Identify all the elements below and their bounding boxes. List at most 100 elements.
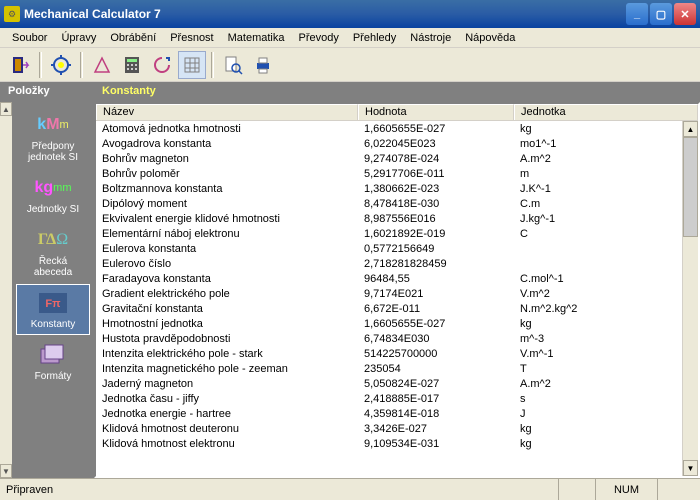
table-row[interactable]: Gradient elektrického pole9,7174E021V.m^…: [96, 286, 698, 301]
scroll-up-button[interactable]: ▲: [683, 121, 698, 137]
cell-value: 6,022045E023: [358, 138, 514, 150]
sidebar-scroll-down[interactable]: ▼: [0, 464, 12, 478]
close-button[interactable]: ✕: [674, 3, 696, 25]
table-row[interactable]: Hustota pravděpodobnosti6,74834E030m^-3: [96, 331, 698, 346]
sidebar-scroll-up[interactable]: ▲: [0, 102, 12, 116]
list-header: Název Hodnota Jednotka: [96, 104, 698, 121]
menu-convert[interactable]: Převody: [292, 30, 344, 46]
cell-value: 1,380662E-023: [358, 183, 514, 195]
cell-value: 0,5772156649: [358, 243, 514, 255]
table-row[interactable]: Ekvivalent energie klidové hmotnosti8,98…: [96, 211, 698, 226]
grid-icon[interactable]: [178, 51, 206, 79]
table-row[interactable]: Eulerova konstanta0,5772156649: [96, 241, 698, 256]
cell-name: Intenzita magnetického pole - zeeman: [96, 363, 358, 375]
menu-overview[interactable]: Přehledy: [347, 30, 402, 46]
cell-name: Klidová hmotnost deuteronu: [96, 423, 358, 435]
print-icon[interactable]: [249, 51, 277, 79]
calculator-icon[interactable]: [118, 51, 146, 79]
constants-icon: Fπ: [35, 289, 71, 317]
sidebar-item-greek[interactable]: ΓΔΩ Řecká abeceda: [16, 221, 90, 283]
column-unit[interactable]: Jednotka: [514, 104, 698, 120]
table-row[interactable]: Bohrův poloměr5,2917706E-011m: [96, 166, 698, 181]
door-icon[interactable]: [6, 51, 34, 79]
table-row[interactable]: Bohrův magneton9,274078E-024A.m^2: [96, 151, 698, 166]
sidebar-item-prefixes[interactable]: kMm Předpony jednotek SI: [16, 106, 90, 168]
table-row[interactable]: Elementární náboj elektronu1,6021892E-01…: [96, 226, 698, 241]
table-row[interactable]: Faradayova konstanta96484,55C.mol^-1: [96, 271, 698, 286]
table-row[interactable]: Klidová hmotnost elektronu9,109534E-031k…: [96, 436, 698, 451]
table-row[interactable]: Intenzita elektrického pole - stark51422…: [96, 346, 698, 361]
table-row[interactable]: Avogadrova konstanta6,022045E023mo1^-1: [96, 136, 698, 151]
sidebar-item-units[interactable]: kgmm Jednotky SI: [16, 169, 90, 220]
cell-value: 2,718281828459: [358, 258, 514, 270]
cell-value: 1,6605655E-027: [358, 123, 514, 135]
formats-icon: [35, 341, 71, 369]
cell-value: 5,050824E-027: [358, 378, 514, 390]
cell-unit: A.m^2: [514, 378, 698, 390]
greek-icon: ΓΔΩ: [35, 226, 71, 254]
table-row[interactable]: Boltzmannova konstanta1,380662E-023J.K^-…: [96, 181, 698, 196]
cell-value: 3,3426E-027: [358, 423, 514, 435]
cell-value: 2,418885E-017: [358, 393, 514, 405]
cell-name: Hmotnostní jednotka: [96, 318, 358, 330]
cell-value: 9,7174E021: [358, 288, 514, 300]
table-row[interactable]: Intenzita magnetického pole - zeeman2350…: [96, 361, 698, 376]
cell-unit: s: [514, 393, 698, 405]
table-row[interactable]: Eulerovo číslo2,718281828459: [96, 256, 698, 271]
table-row[interactable]: Klidová hmotnost deuteronu3,3426E-027kg: [96, 421, 698, 436]
main-title: Konstanty: [94, 82, 700, 102]
refresh-icon[interactable]: [148, 51, 176, 79]
sidebar-title: Položky: [0, 82, 94, 102]
cell-value: 8,478418E-030: [358, 198, 514, 210]
cell-value: 9,274078E-024: [358, 153, 514, 165]
sidebar-item-constants[interactable]: Fπ Konstanty: [16, 284, 90, 335]
triangle-icon[interactable]: [88, 51, 116, 79]
sidebar: kMm Předpony jednotek SI kgmm Jednotky S…: [12, 102, 94, 478]
status-pane-1: [558, 479, 595, 500]
cell-name: Dipólový moment: [96, 198, 358, 210]
cell-unit: V.m^2: [514, 288, 698, 300]
table-row[interactable]: Jaderný magneton5,050824E-027A.m^2: [96, 376, 698, 391]
cell-name: Jaderný magneton: [96, 378, 358, 390]
table-row[interactable]: Gravitační konstanta6,672E-011N.m^2.kg^2: [96, 301, 698, 316]
cell-unit: kg: [514, 318, 698, 330]
sidebar-item-label: Předpony jednotek SI: [19, 141, 87, 163]
table-row[interactable]: Atomová jednotka hmotnosti1,6605655E-027…: [96, 121, 698, 136]
table-row[interactable]: Hmotnostní jednotka1,6605655E-027kg: [96, 316, 698, 331]
cell-unit: C.mol^-1: [514, 273, 698, 285]
menu-tools[interactable]: Nástroje: [404, 30, 457, 46]
cell-value: 96484,55: [358, 273, 514, 285]
cell-name: Bohrův magneton: [96, 153, 358, 165]
status-pane-3: [657, 479, 694, 500]
scroll-down-button[interactable]: ▼: [683, 460, 698, 476]
table-row[interactable]: Jednotka energie - hartree4,359814E-018J: [96, 406, 698, 421]
menu-help[interactable]: Nápověda: [459, 30, 521, 46]
cell-unit: kg: [514, 423, 698, 435]
cell-name: Ekvivalent energie klidové hmotnosti: [96, 213, 358, 225]
cell-name: Faradayova konstanta: [96, 273, 358, 285]
cell-name: Gradient elektrického pole: [96, 288, 358, 300]
minimize-button[interactable]: _: [626, 3, 648, 25]
scroll-thumb[interactable]: [683, 137, 698, 237]
cell-unit: mo1^-1: [514, 138, 698, 150]
menu-file[interactable]: Soubor: [6, 30, 53, 46]
cell-name: Eulerovo číslo: [96, 258, 358, 270]
cell-name: Atomová jednotka hmotnosti: [96, 123, 358, 135]
gear-icon[interactable]: [47, 51, 75, 79]
column-value[interactable]: Hodnota: [358, 104, 514, 120]
menu-edit[interactable]: Úpravy: [55, 30, 102, 46]
cell-unit: A.m^2: [514, 153, 698, 165]
column-name[interactable]: Název: [96, 104, 358, 120]
maximize-button[interactable]: ▢: [650, 3, 672, 25]
preview-icon[interactable]: [219, 51, 247, 79]
cell-unit: kg: [514, 123, 698, 135]
menu-machining[interactable]: Obrábění: [104, 30, 162, 46]
vertical-scrollbar[interactable]: ▲ ▼: [682, 121, 698, 476]
cell-unit: C.m: [514, 198, 698, 210]
table-row[interactable]: Dipólový moment8,478418E-030C.m: [96, 196, 698, 211]
sidebar-item-formats[interactable]: Formáty: [16, 336, 90, 387]
menu-precision[interactable]: Přesnost: [164, 30, 219, 46]
cell-name: Intenzita elektrického pole - stark: [96, 348, 358, 360]
table-row[interactable]: Jednotka času - jiffy2,418885E-017s: [96, 391, 698, 406]
menu-math[interactable]: Matematika: [222, 30, 291, 46]
